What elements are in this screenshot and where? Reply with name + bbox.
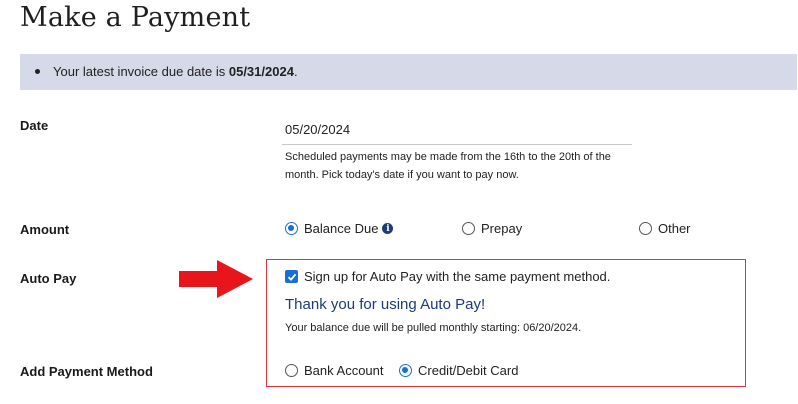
autopay-pull-note: Your balance due will be pulled monthly …	[285, 322, 582, 334]
red-arrow-icon	[179, 260, 253, 298]
payment-option-bank-account[interactable]: Bank Account	[285, 363, 384, 378]
radio-selected-icon	[399, 364, 412, 377]
notice-due-date: 05/31/2024	[228, 64, 294, 79]
notice-suffix: .	[293, 64, 298, 79]
info-icon[interactable]: i	[382, 223, 394, 234]
radio-selected-icon	[285, 222, 298, 235]
notice-prefix: Your latest invoice due date is	[53, 64, 229, 79]
date-input[interactable]: 05/20/2024	[285, 122, 350, 137]
radio-unselected-icon	[639, 222, 652, 235]
payment-option-label: Credit/Debit Card	[418, 363, 519, 378]
date-input-underline	[282, 144, 632, 145]
page-title: Make a Payment	[20, 2, 251, 33]
checkbox-checked-icon[interactable]	[285, 270, 298, 283]
autopay-checkbox[interactable]: Sign up for Auto Pay with the same payme…	[285, 269, 610, 284]
autopay-checkbox-label: Sign up for Auto Pay with the same payme…	[304, 269, 611, 284]
amount-option-label: Balance Due	[304, 221, 379, 236]
notice-text: Your latest invoice due date is 05/31/20…	[53, 64, 298, 79]
bullet-icon	[35, 69, 40, 74]
amount-option-balance-due[interactable]: Balance Due i	[285, 221, 394, 236]
checkmark-icon	[287, 273, 296, 281]
amount-option-prepay[interactable]: Prepay	[462, 221, 522, 236]
date-help-text: Scheduled payments may be made from the …	[285, 151, 611, 181]
radio-unselected-icon	[462, 222, 475, 235]
amount-option-label: Other	[658, 221, 691, 236]
amount-option-label: Prepay	[481, 221, 523, 236]
date-label: Date	[20, 118, 49, 133]
invoice-notice: Your latest invoice due date is 05/31/20…	[20, 54, 797, 90]
payment-option-label: Bank Account	[304, 363, 384, 378]
payment-method-label: Add Payment Method	[20, 364, 153, 379]
amount-label: Amount	[20, 222, 70, 237]
autopay-thanks-heading: Thank you for using Auto Pay!	[285, 296, 486, 313]
payment-option-credit-debit-card[interactable]: Credit/Debit Card	[399, 363, 518, 378]
amount-option-other[interactable]: Other	[639, 221, 691, 236]
radio-unselected-icon	[285, 364, 298, 377]
autopay-label: Auto Pay	[20, 271, 77, 286]
